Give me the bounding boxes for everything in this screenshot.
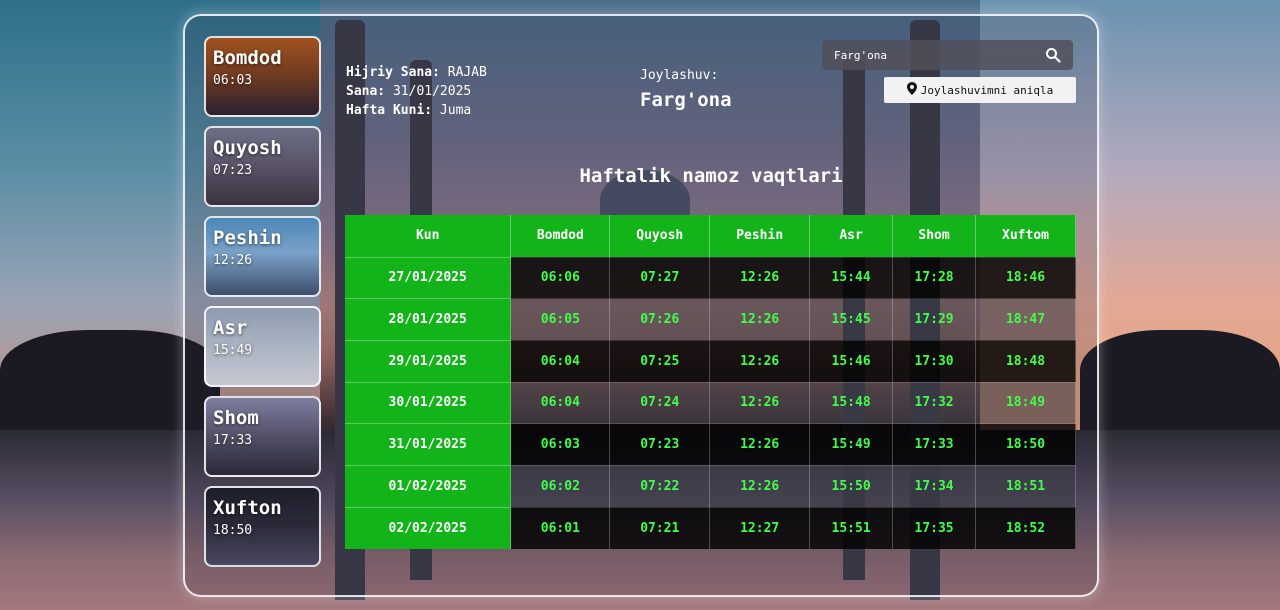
location-value: Farg'ona	[640, 89, 732, 111]
prayer-time-cell: 06:04	[510, 381, 611, 424]
prayer-card-bomdod[interactable]: Bomdod 06:03	[204, 36, 321, 117]
prayer-time-cell: 17:30	[892, 339, 977, 383]
row-date: 31/01/2025	[345, 423, 512, 466]
search-icon[interactable]	[1045, 47, 1061, 63]
hijri-label: Hijriy Sana:	[346, 65, 440, 80]
prayer-name: Xufton	[213, 497, 282, 519]
prayer-time: 17:33	[213, 433, 253, 448]
prayer-time-cell: 07:25	[609, 339, 711, 383]
prayer-time-cell: 12:26	[709, 256, 811, 299]
prayer-time-cell: 06:03	[510, 423, 611, 466]
prayer-time-cell: 12:26	[709, 381, 811, 424]
column-header: Shom	[892, 215, 977, 257]
table-row: 28/01/2025 06:05 07:26 12:26 15:45 17:29 18:47	[345, 298, 1076, 341]
row-date: 27/01/2025	[345, 256, 512, 299]
column-header: Xuftom	[975, 215, 1076, 257]
prayer-time: 18:50	[213, 523, 253, 538]
weekly-title: Haftalik namoz vaqtlari	[579, 165, 843, 187]
column-header: Asr	[809, 215, 894, 257]
prayer-time: 06:03	[213, 73, 253, 88]
prayer-name: Quyosh	[213, 137, 282, 159]
prayer-card-shom[interactable]: Shom 17:33	[204, 396, 321, 477]
prayer-card-asr[interactable]: Asr 15:49	[204, 306, 321, 387]
prayer-time-cell: 17:34	[892, 464, 977, 508]
prayer-time-cell: 18:47	[975, 298, 1076, 341]
search-input[interactable]	[834, 48, 1045, 62]
table-row: 27/01/2025 06:06 07:27 12:26 15:44 17:28 18:46	[345, 256, 1076, 299]
date-info: Hijriy Sana: RAJAB Sana: 31/01/2025 Haft…	[346, 63, 487, 120]
date-value: 31/01/2025	[392, 84, 472, 99]
prayer-card-quyosh[interactable]: Quyosh 07:23	[204, 126, 321, 207]
prayer-time-cell: 15:49	[809, 423, 894, 466]
prayer-time-cell: 07:26	[609, 298, 711, 341]
prayer-time-cell: 17:28	[892, 256, 977, 299]
table-row: 29/01/2025 06:04 07:25 12:26 15:46 17:30 18:48	[345, 339, 1076, 383]
row-date: 29/01/2025	[345, 339, 512, 383]
prayer-time-cell: 06:04	[510, 339, 611, 383]
row-date: 28/01/2025	[345, 298, 512, 341]
prayer-time-cell: 07:27	[609, 256, 711, 299]
prayer-time: 07:23	[213, 163, 253, 178]
prayer-name: Asr	[213, 317, 248, 339]
prayer-time-cell: 07:22	[609, 464, 711, 508]
prayer-time-cell: 18:46	[975, 256, 1076, 299]
prayer-time-cell: 12:27	[709, 506, 811, 549]
prayer-name: Bomdod	[213, 47, 282, 69]
table-row: 30/01/2025 06:04 07:24 12:26 15:48 17:32 18:49	[345, 381, 1076, 424]
prayer-time-cell: 07:21	[609, 506, 711, 549]
prayer-time-cell: 06:01	[510, 506, 611, 549]
search-box[interactable]	[822, 40, 1073, 70]
prayer-time-cell: 12:26	[709, 298, 811, 341]
prayer-time: 12:26	[213, 253, 253, 268]
prayer-time-cell: 15:45	[809, 298, 894, 341]
prayer-name: Peshin	[213, 227, 282, 249]
prayer-time-cell: 07:24	[609, 381, 711, 424]
prayer-time-cell: 12:26	[709, 464, 811, 508]
prayer-time-cell: 15:48	[809, 381, 894, 424]
row-date: 02/02/2025	[345, 506, 512, 549]
prayer-time-cell: 18:49	[975, 381, 1076, 424]
table-row: 02/02/2025 06:01 07:21 12:27 15:51 17:35 18:52	[345, 506, 1076, 549]
table-row: 01/02/2025 06:02 07:22 12:26 15:50 17:34 18:51	[345, 464, 1076, 508]
row-date: 30/01/2025	[345, 381, 512, 424]
prayer-time-cell: 17:29	[892, 298, 977, 341]
location-label: Joylashuv:	[640, 68, 719, 83]
prayer-time-cell: 17:35	[892, 506, 977, 549]
prayer-time-cell: 15:46	[809, 339, 894, 383]
prayer-card-xufton[interactable]: Xufton 18:50	[204, 486, 321, 567]
prayer-time-cell: 18:52	[975, 506, 1076, 549]
prayer-time-cell: 12:26	[709, 423, 811, 466]
prayer-time-cell: 18:50	[975, 423, 1076, 466]
weekday-value: Juma	[439, 103, 472, 118]
hijri-value: RAJAB	[447, 65, 487, 80]
prayer-time-cell: 15:44	[809, 256, 894, 299]
locate-me-label: Joylashuvimni aniqla	[920, 83, 1054, 97]
prayer-time: 15:49	[213, 343, 253, 358]
prayer-card-peshin[interactable]: Peshin 12:26	[204, 216, 321, 297]
prayer-time-cell: 06:02	[510, 464, 611, 508]
row-date: 01/02/2025	[345, 464, 512, 508]
prayer-time-cell: 18:51	[975, 464, 1076, 508]
column-header: Peshin	[709, 215, 811, 257]
column-header: Bomdod	[510, 215, 611, 257]
weekly-prayer-table: Kun Bomdod Quyosh Peshin Asr Shom Xuftom…	[345, 215, 1076, 549]
locate-me-button[interactable]: Joylashuvimni aniqla	[884, 77, 1076, 103]
prayer-time-cell: 17:33	[892, 423, 977, 466]
prayer-time-cell: 15:50	[809, 464, 894, 508]
prayer-time-cell: 17:32	[892, 381, 977, 424]
date-label: Sana:	[346, 84, 386, 99]
map-marker-icon	[906, 82, 917, 98]
column-header: Kun	[345, 215, 512, 257]
prayer-time-cell: 18:48	[975, 339, 1076, 383]
prayer-name: Shom	[213, 407, 259, 429]
prayer-time-cell: 06:05	[510, 298, 611, 341]
prayer-time-cell: 15:51	[809, 506, 894, 549]
table-header-row: Kun Bomdod Quyosh Peshin Asr Shom Xuftom	[345, 215, 1076, 257]
weekday-label: Hafta Kuni:	[346, 103, 433, 118]
table-row: 31/01/2025 06:03 07:23 12:26 15:49 17:33 18:50	[345, 423, 1076, 466]
column-header: Quyosh	[609, 215, 711, 257]
prayer-time-cell: 07:23	[609, 423, 711, 466]
prayer-time-cell: 06:06	[510, 256, 611, 299]
prayer-time-cell: 12:26	[709, 339, 811, 383]
